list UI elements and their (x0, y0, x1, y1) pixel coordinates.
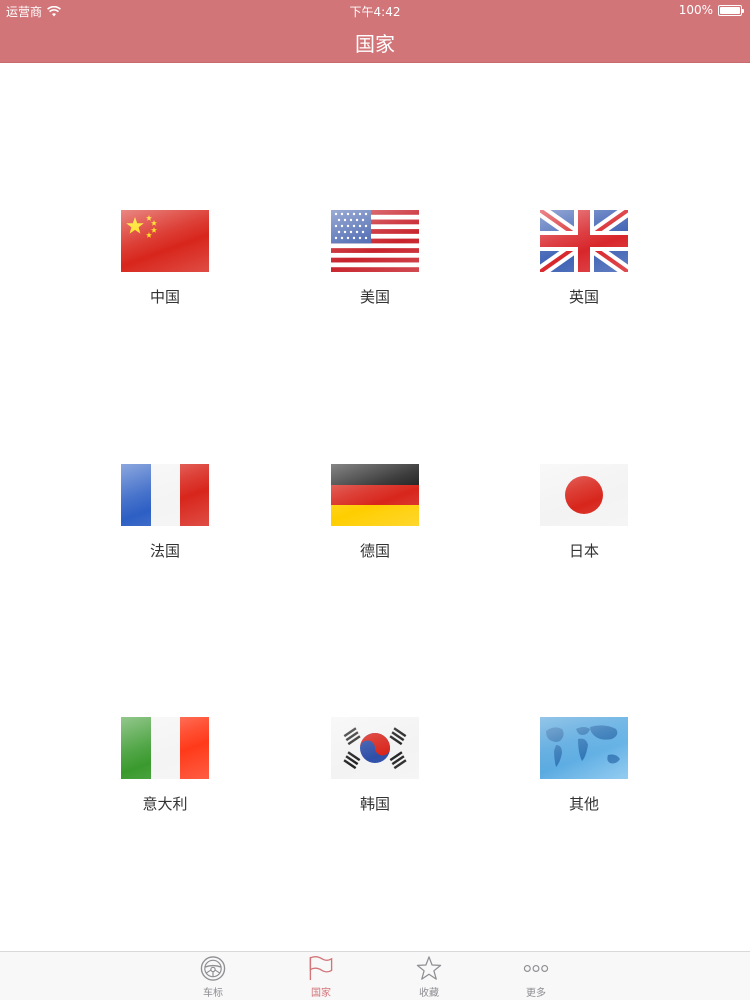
status-bar: 运营商 下午4:42 100% (0, 0, 750, 20)
nav-bar: 国家 (0, 20, 750, 63)
country-label: 其他 (568, 795, 599, 813)
usa-flag-icon (331, 210, 419, 272)
tab-label: 收藏 (419, 988, 439, 999)
country-item-france[interactable]: 法国 (85, 464, 245, 574)
country-item-usa[interactable]: 美国 (295, 210, 455, 320)
tab-countries[interactable]: 国家 (286, 955, 356, 999)
germany-flag-icon (331, 464, 419, 526)
china-flag-icon (121, 210, 209, 272)
country-label: 中国 (149, 288, 180, 306)
tab-label: 国家 (311, 988, 331, 999)
tab-bar: 车标 国家 收藏 更多 (0, 951, 750, 1000)
country-label: 德国 (359, 542, 390, 560)
country-label: 美国 (359, 288, 390, 306)
tab-favorites[interactable]: 收藏 (394, 955, 464, 999)
italy-flag-icon (121, 717, 209, 779)
tab-label: 车标 (203, 988, 223, 999)
battery-icon (718, 4, 744, 16)
tab-label: 更多 (526, 988, 546, 999)
flag-icon (309, 955, 333, 981)
country-item-japan[interactable]: 日本 (504, 464, 664, 574)
country-item-uk[interactable]: 英国 (504, 210, 664, 320)
country-label: 法国 (149, 542, 180, 560)
country-label: 英国 (568, 288, 599, 306)
france-flag-icon (121, 464, 209, 526)
page-title: 国家 (355, 32, 395, 56)
battery-percent: 100% (678, 3, 713, 17)
korea-flag-icon (331, 717, 419, 779)
country-label: 意大利 (142, 795, 188, 813)
country-item-other[interactable]: 其他 (504, 717, 664, 827)
world-map-icon (540, 717, 628, 779)
tab-more[interactable]: 更多 (501, 955, 571, 999)
japan-flag-icon (540, 464, 628, 526)
country-item-china[interactable]: 中国 (85, 210, 245, 320)
country-item-germany[interactable]: 德国 (295, 464, 455, 574)
battery-fill (720, 6, 740, 14)
country-label: 日本 (568, 542, 599, 560)
more-dots-icon (523, 965, 549, 972)
status-time: 下午4:42 (349, 5, 401, 19)
uk-flag-icon (540, 210, 628, 272)
steering-wheel-icon (200, 956, 226, 981)
star-icon (416, 956, 442, 980)
tab-car-logos[interactable]: 车标 (178, 955, 248, 999)
country-label: 韩国 (359, 795, 390, 813)
country-item-korea[interactable]: 韩国 (295, 717, 455, 827)
country-grid: 中国 美国 英国 法国 德国 日本 意大利 韩国 其他 (0, 64, 750, 951)
status-right: 100% (678, 3, 744, 17)
country-item-italy[interactable]: 意大利 (85, 717, 245, 827)
